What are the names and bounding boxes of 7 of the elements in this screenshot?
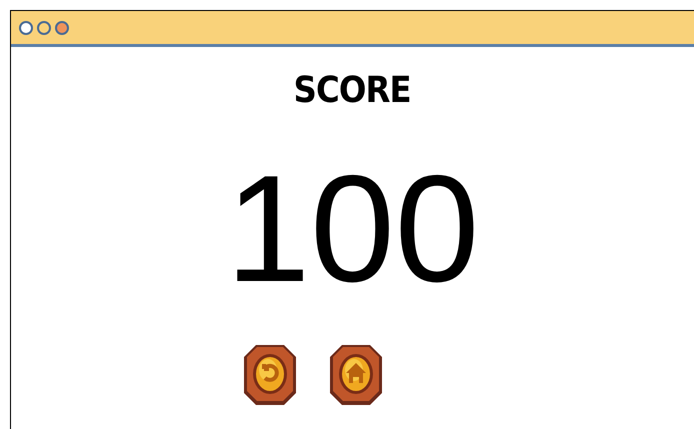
window-dot[interactable]: [37, 20, 51, 34]
restart-button[interactable]: [242, 343, 298, 407]
score-heading: SCORE: [294, 73, 412, 109]
score-value: 100: [226, 153, 480, 305]
window-dot[interactable]: [19, 20, 33, 34]
home-button[interactable]: [328, 343, 384, 407]
window-dot[interactable]: [55, 20, 69, 34]
